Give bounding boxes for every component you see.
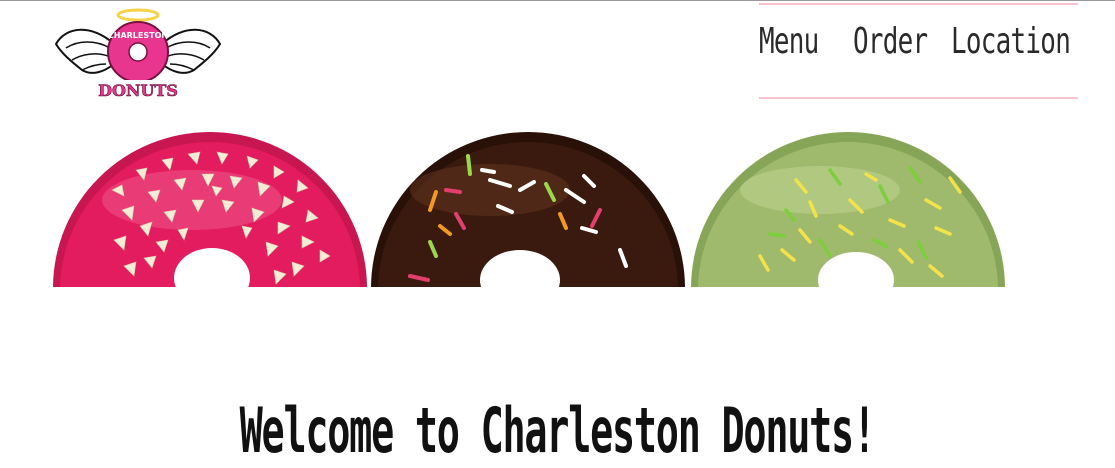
nav-link-location[interactable]: Location bbox=[951, 21, 1071, 62]
pink-donut-image bbox=[52, 130, 368, 287]
svg-text:CHARLESTON: CHARLESTON bbox=[108, 31, 168, 40]
window-top-border bbox=[0, 0, 1115, 1]
angel-donut-logo-icon: CHARLESTON DONUTS bbox=[54, 8, 222, 100]
nav-link-menu[interactable]: Menu bbox=[759, 21, 819, 62]
brand-logo[interactable]: CHARLESTON DONUTS bbox=[52, 6, 224, 104]
welcome-heading: Welcome to Charleston Donuts! bbox=[239, 393, 876, 467]
nav-link-order[interactable]: Order bbox=[853, 21, 928, 62]
green-donut-image bbox=[690, 130, 1006, 287]
chocolate-donut-image bbox=[370, 130, 686, 287]
main-nav: Menu Order Location bbox=[759, 3, 1078, 99]
svg-text:DONUTS: DONUTS bbox=[98, 81, 178, 100]
